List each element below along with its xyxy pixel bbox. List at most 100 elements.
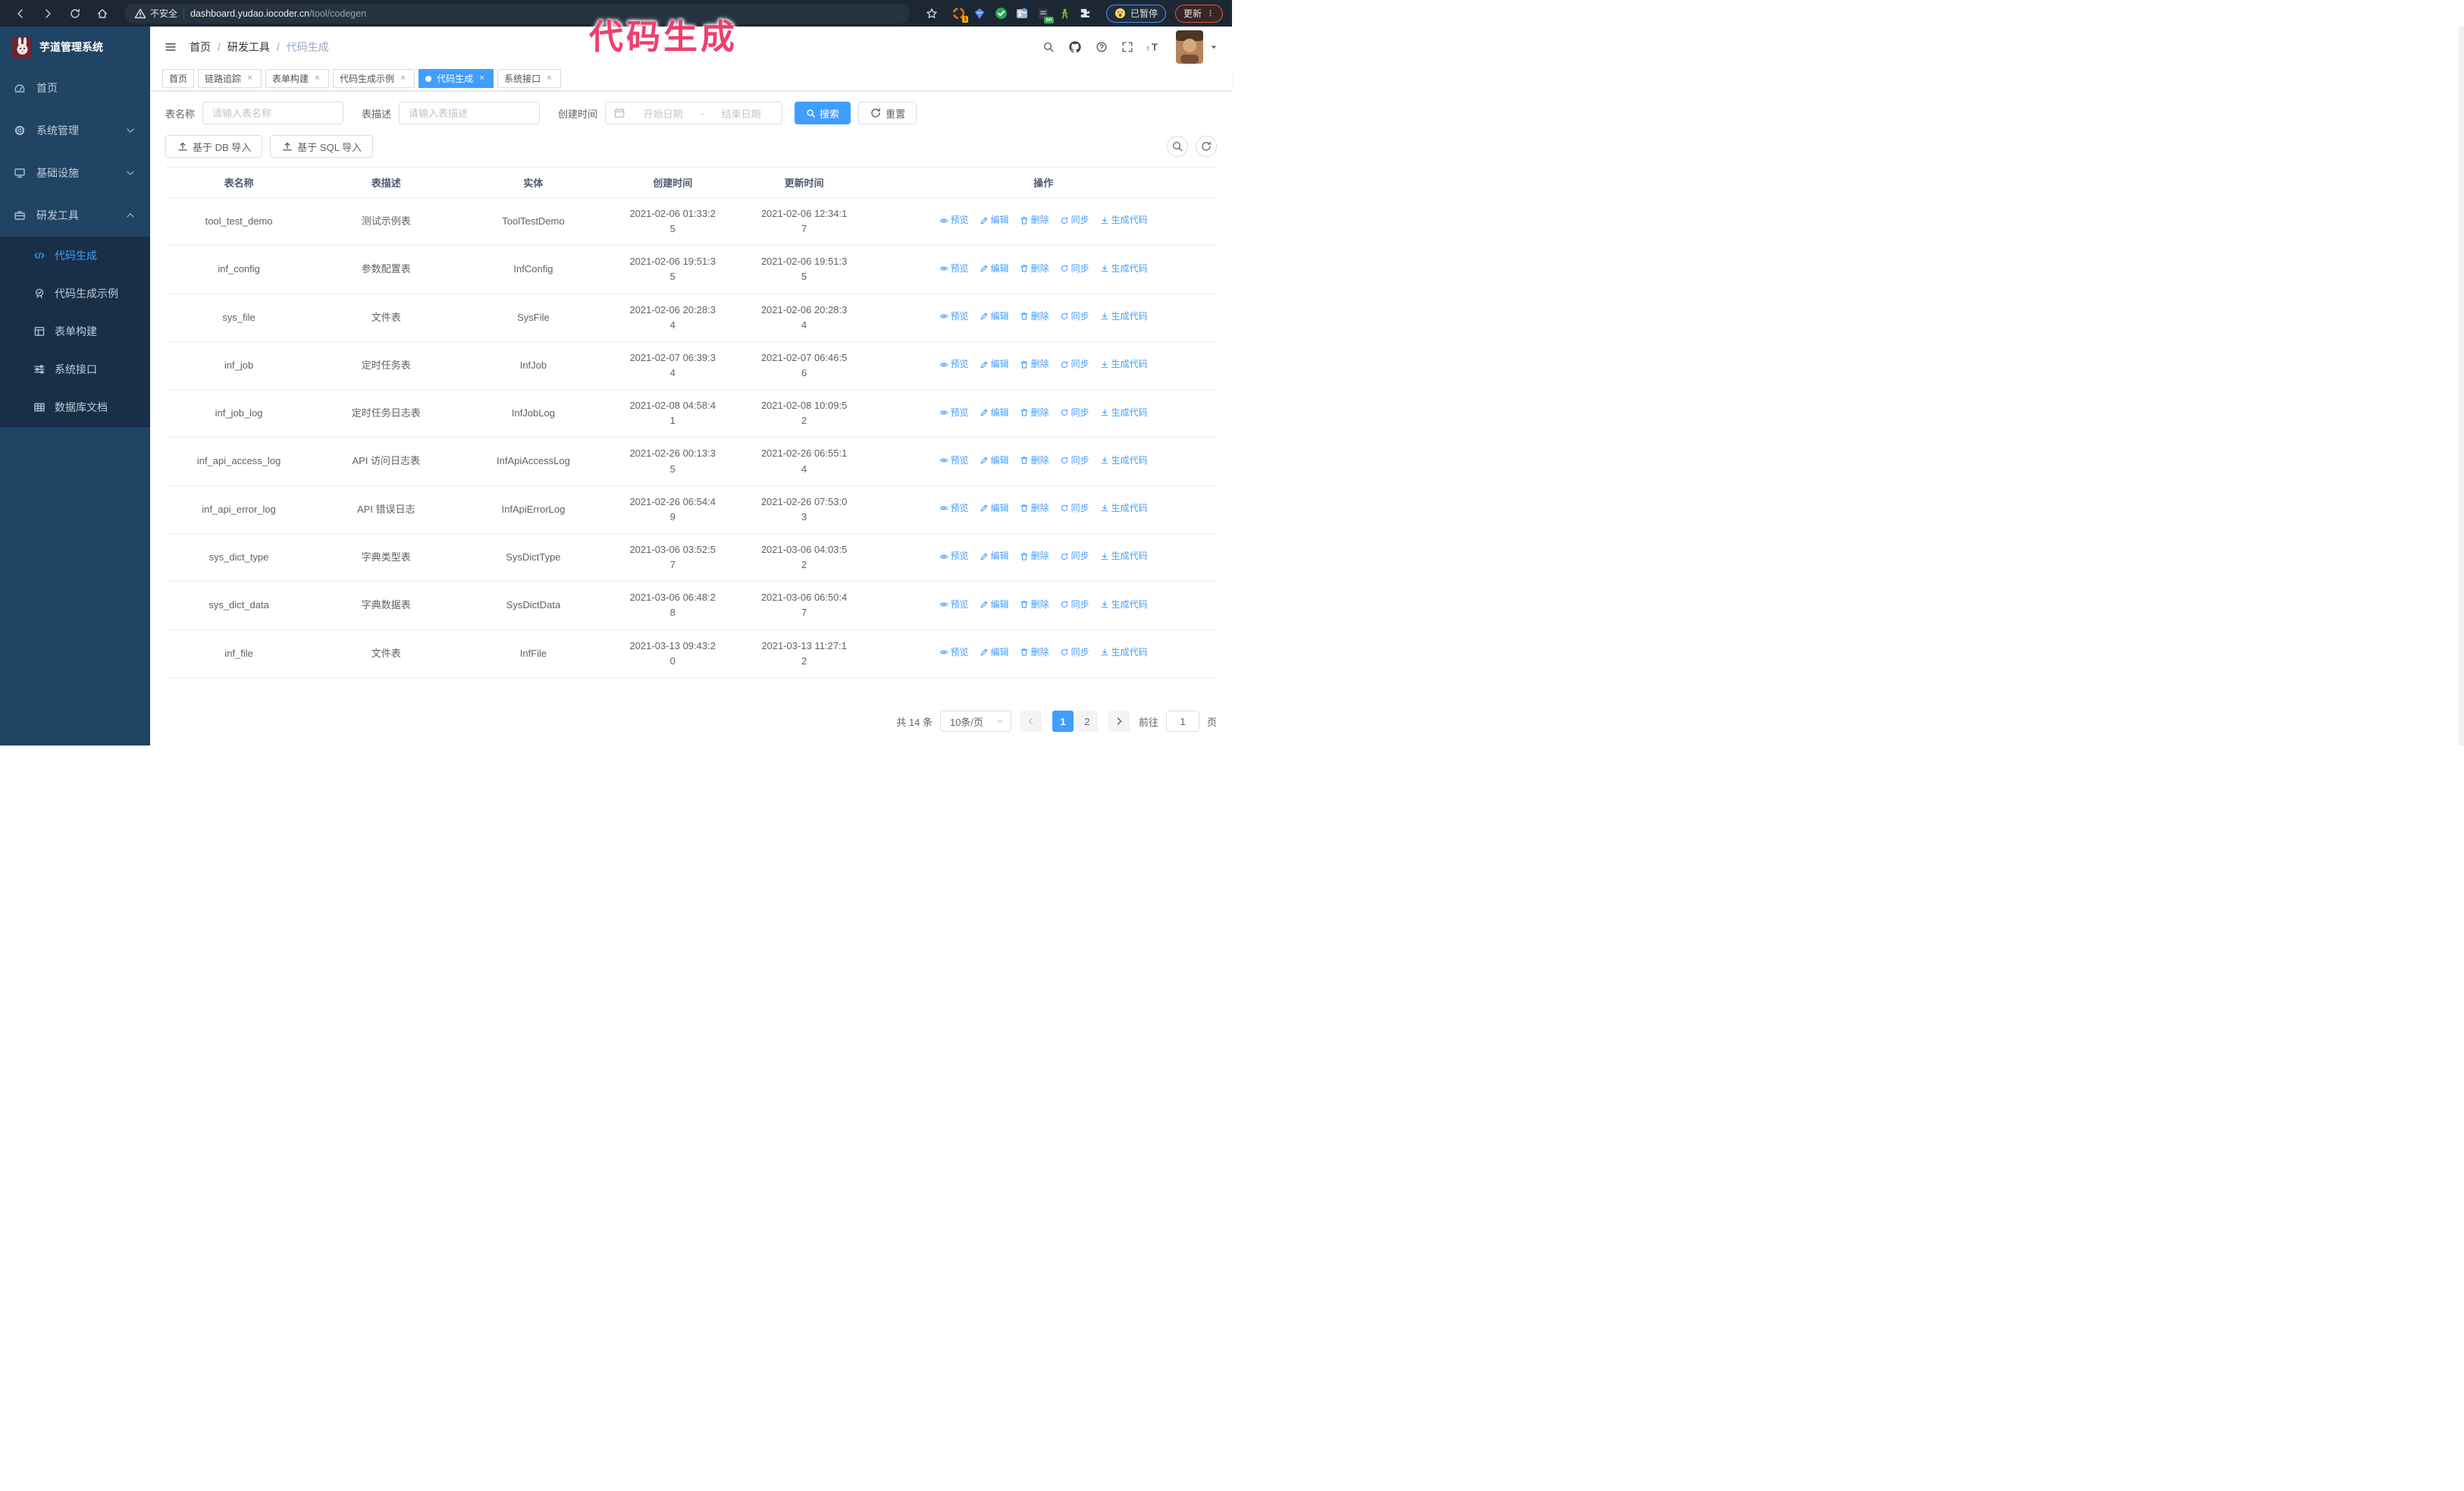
edit-link[interactable]: 编辑	[980, 454, 1009, 468]
sidebar-item-system-api[interactable]: 系统接口	[0, 350, 150, 388]
delete-link[interactable]: 删除	[1020, 501, 1049, 516]
ext-grid-icon[interactable]	[1016, 7, 1029, 20]
home-icon[interactable]	[91, 4, 114, 24]
table-row[interactable]: inf_job_log 定时任务日志表 InfJobLog 2021-02-08…	[165, 389, 1217, 438]
tab-首页[interactable]: 首页	[162, 69, 195, 88]
preview-link[interactable]: 预览	[939, 357, 969, 372]
delete-link[interactable]: 删除	[1020, 309, 1049, 324]
forward-icon[interactable]	[36, 4, 59, 24]
search-button[interactable]: 搜索	[795, 102, 851, 124]
table-row[interactable]: tool_test_demo 测试示例表 ToolTestDemo 2021-0…	[165, 197, 1217, 246]
page-button-1[interactable]: 1	[1052, 711, 1074, 732]
table-row[interactable]: sys_dict_type 字典类型表 SysDictType 2021-03-…	[165, 533, 1217, 582]
sync-link[interactable]: 同步	[1060, 309, 1089, 324]
tab-表单构建[interactable]: 表单构建 ×	[265, 69, 330, 88]
browser-menu-icon[interactable]: ⋮	[1206, 8, 1215, 18]
tab-代码生成[interactable]: 代码生成 ×	[419, 69, 494, 88]
ext-puzzle-icon[interactable]	[1080, 7, 1092, 20]
generate-code-link[interactable]: 生成代码	[1100, 309, 1148, 324]
table-row[interactable]: inf_job 定时任务表 InfJob 2021-02-07 06:39:34…	[165, 341, 1217, 391]
edit-link[interactable]: 编辑	[980, 598, 1009, 612]
table-row[interactable]: sys_file 文件表 SysFile 2021-02-06 20:28:34…	[165, 293, 1217, 342]
sidebar-item-codegen[interactable]: 代码生成	[0, 237, 150, 275]
sync-link[interactable]: 同步	[1060, 357, 1089, 372]
user-avatar[interactable]	[1176, 30, 1203, 64]
import-sql-button[interactable]: 基于 SQL 导入	[270, 135, 374, 158]
goto-page-input[interactable]	[1165, 711, 1199, 732]
close-icon[interactable]: ×	[477, 74, 487, 83]
ext-dark-icon[interactable]: on	[1037, 7, 1054, 24]
preview-link[interactable]: 预览	[939, 501, 969, 516]
font-size-icon[interactable]: tT	[1147, 41, 1162, 53]
reload-icon[interactable]	[64, 4, 86, 24]
update-button[interactable]: 更新 ⋮	[1174, 4, 1223, 23]
sidebar-item-infra[interactable]: 基础设施	[0, 152, 150, 194]
help-icon[interactable]	[1096, 41, 1108, 53]
generate-code-link[interactable]: 生成代码	[1100, 645, 1148, 660]
edit-link[interactable]: 编辑	[980, 309, 1009, 324]
page-scrollbar[interactable]	[2459, 27, 2464, 746]
not-secure-warning[interactable]: 不安全	[134, 7, 177, 20]
search-icon[interactable]	[1042, 41, 1055, 53]
ext-orange-icon[interactable]: 1	[952, 7, 968, 23]
sidebar-item-codegen-example[interactable]: 代码生成示例	[0, 275, 150, 312]
app-logo[interactable]: 芋道管理系统	[0, 27, 150, 67]
preview-link[interactable]: 预览	[939, 262, 969, 276]
refresh-table-button[interactable]	[1196, 136, 1217, 157]
ext-diamond-icon[interactable]	[973, 7, 986, 20]
generate-code-link[interactable]: 生成代码	[1100, 598, 1148, 612]
prev-page-button[interactable]	[1020, 711, 1042, 732]
preview-link[interactable]: 预览	[939, 309, 969, 324]
generate-code-link[interactable]: 生成代码	[1100, 213, 1148, 228]
table-name-input[interactable]	[202, 102, 344, 124]
tab-代码生成示例[interactable]: 代码生成示例 ×	[333, 69, 415, 88]
edit-link[interactable]: 编辑	[980, 549, 1009, 563]
edit-link[interactable]: 编辑	[980, 406, 1009, 420]
preview-link[interactable]: 预览	[939, 645, 969, 660]
hamburger-icon[interactable]	[164, 41, 177, 53]
page-size-select[interactable]: 10条/页	[939, 711, 1011, 732]
page-button-2[interactable]: 2	[1076, 711, 1098, 732]
generate-code-link[interactable]: 生成代码	[1100, 357, 1148, 372]
breadcrumb-devtools[interactable]: 研发工具	[227, 39, 270, 55]
edit-link[interactable]: 编辑	[980, 262, 1009, 276]
edit-link[interactable]: 编辑	[980, 357, 1009, 372]
date-range-picker[interactable]: 开始日期 - 结束日期	[605, 102, 783, 124]
fullscreen-icon[interactable]	[1121, 41, 1133, 53]
preview-link[interactable]: 预览	[939, 549, 969, 563]
table-desc-input[interactable]	[399, 102, 541, 124]
sync-link[interactable]: 同步	[1060, 454, 1089, 468]
table-row[interactable]: sys_dict_data 字典数据表 SysDictData 2021-03-…	[165, 581, 1217, 630]
reset-button[interactable]: 重置	[858, 102, 917, 124]
delete-link[interactable]: 删除	[1020, 454, 1049, 468]
sync-link[interactable]: 同步	[1060, 262, 1089, 276]
bookmark-star-icon[interactable]	[920, 4, 943, 24]
table-row[interactable]: inf_file 文件表 InfFile 2021-03-13 09:43:20…	[165, 629, 1217, 678]
generate-code-link[interactable]: 生成代码	[1100, 549, 1148, 563]
generate-code-link[interactable]: 生成代码	[1100, 262, 1148, 276]
preview-link[interactable]: 预览	[939, 406, 969, 420]
ext-person-icon[interactable]	[1058, 7, 1071, 20]
delete-link[interactable]: 删除	[1020, 357, 1049, 372]
sidebar-item-devtools[interactable]: 研发工具	[0, 194, 150, 237]
sidebar-item-home[interactable]: 首页	[0, 67, 150, 109]
ext-check-icon[interactable]	[995, 7, 1008, 20]
close-icon[interactable]: ×	[312, 74, 322, 83]
close-icon[interactable]: ×	[245, 74, 255, 83]
delete-link[interactable]: 删除	[1020, 406, 1049, 420]
close-icon[interactable]: ×	[544, 74, 554, 83]
tab-链路追踪[interactable]: 链路追踪 ×	[198, 69, 262, 88]
sync-link[interactable]: 同步	[1060, 501, 1089, 516]
edit-link[interactable]: 编辑	[980, 645, 1009, 660]
preview-link[interactable]: 预览	[939, 213, 969, 228]
table-row[interactable]: inf_api_access_log API 访问日志表 InfApiAcces…	[165, 437, 1217, 486]
generate-code-link[interactable]: 生成代码	[1100, 454, 1148, 468]
edit-link[interactable]: 编辑	[980, 501, 1009, 516]
table-row[interactable]: inf_config 参数配置表 InfConfig 2021-02-06 19…	[165, 245, 1217, 294]
toggle-search-button[interactable]	[1167, 136, 1188, 157]
sync-link[interactable]: 同步	[1060, 598, 1089, 612]
sidebar-item-form-build[interactable]: 表单构建	[0, 312, 150, 350]
back-icon[interactable]	[9, 4, 32, 24]
github-icon[interactable]	[1068, 40, 1082, 54]
sidebar-item-db-doc[interactable]: 数据库文档	[0, 388, 150, 426]
